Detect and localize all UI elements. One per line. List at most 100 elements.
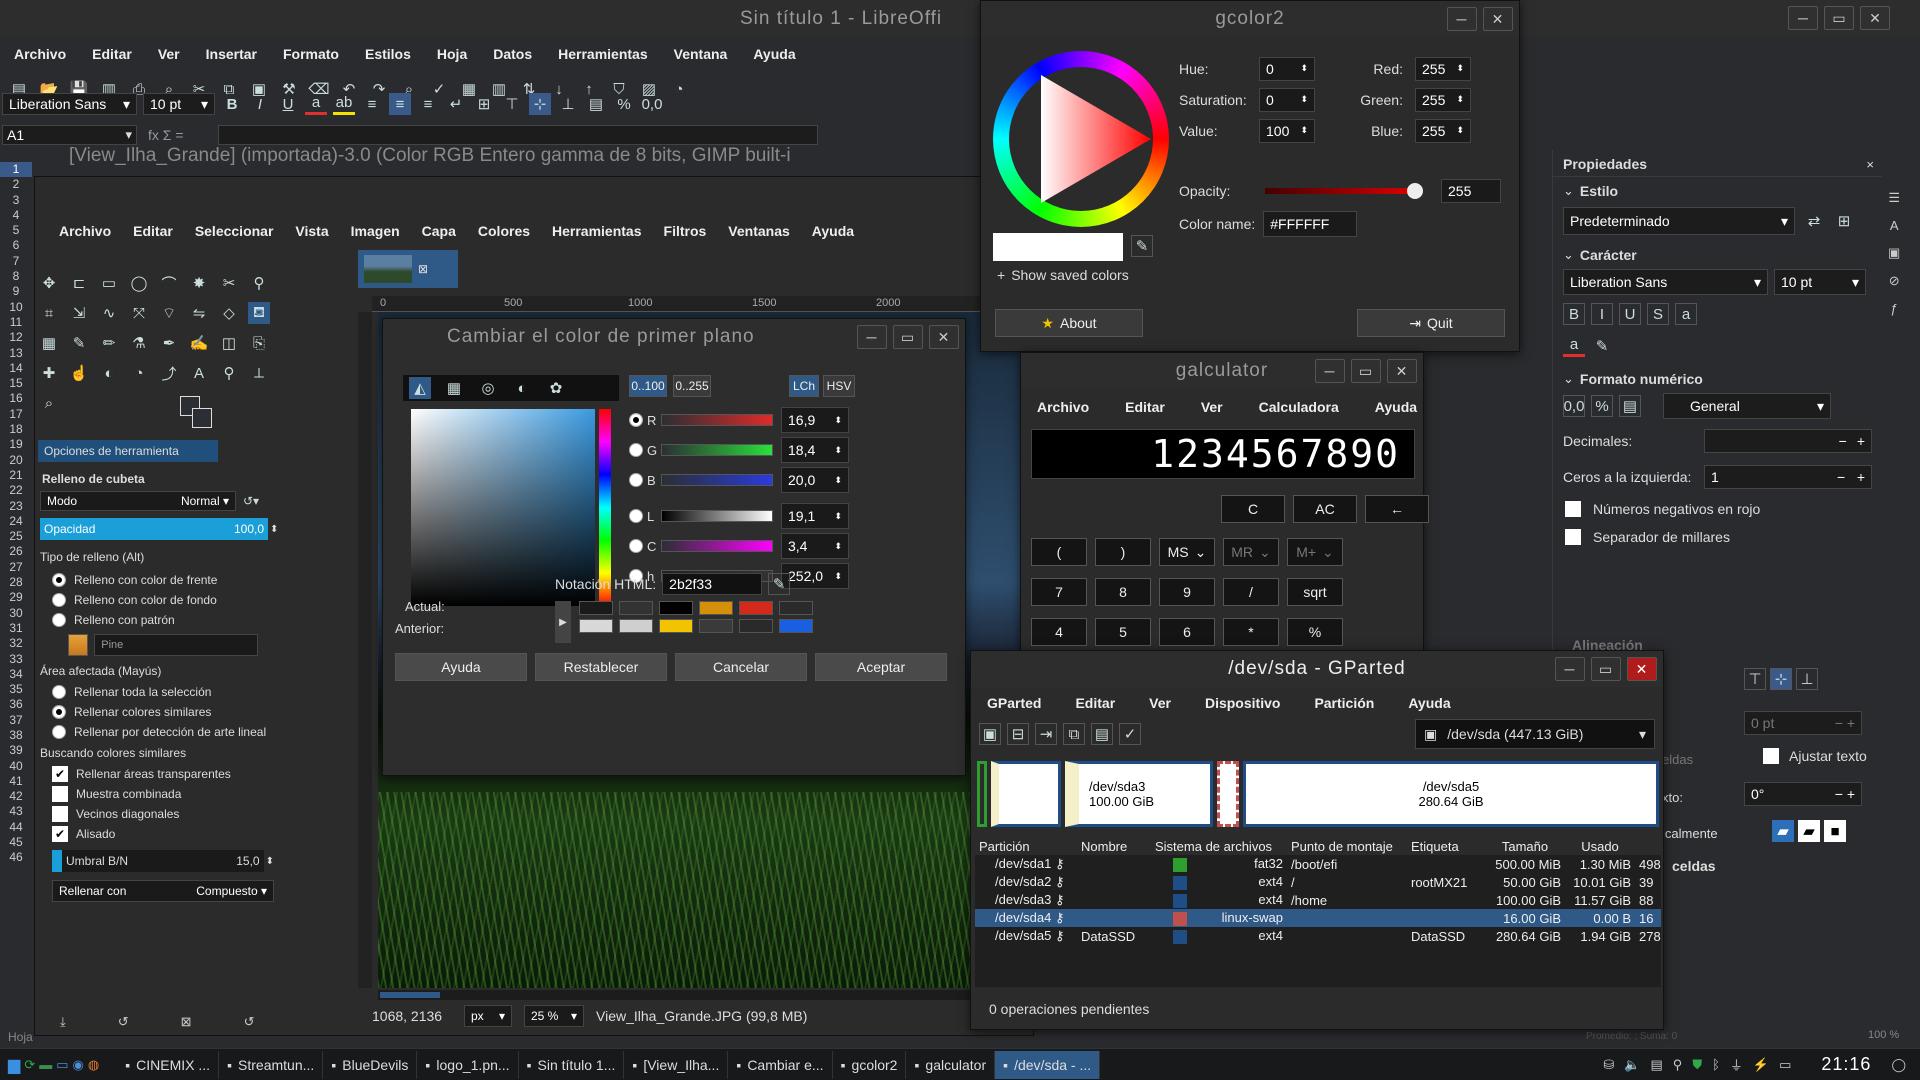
calc-key[interactable]: ← [1365,495,1429,523]
menu-item[interactable]: Ventanas [728,223,789,239]
menu-item[interactable]: Ver [158,46,180,62]
pattern-preview[interactable] [68,634,89,656]
row-header[interactable]: 17 [0,407,32,422]
minimize-button[interactable]: ─ [857,325,887,349]
row-header[interactable]: 32 [0,636,32,651]
col-header[interactable]: Punto de montaje [1287,837,1407,855]
copy-icon[interactable]: ⧉ [1063,723,1085,745]
channel-radio[interactable] [629,413,643,427]
merge-icon[interactable]: ⊞ [473,93,495,115]
properties-icon[interactable]: ☰ [1888,190,1900,206]
align-middle-icon[interactable]: ⊹ [1770,668,1792,690]
palette-selector-icon[interactable]: ✿ [545,377,567,399]
channel-slider[interactable] [661,444,773,456]
wheel-selector-icon[interactable]: ◐ [511,377,533,399]
formula-bar[interactable] [218,125,818,145]
channel-spin[interactable]: 20,0 ⬍ [781,467,849,493]
negativos-checkbox[interactable] [1565,501,1581,517]
maximize-button[interactable]: ▭ [1824,6,1854,30]
ellipse-select-icon[interactable]: ◯ [128,272,150,294]
channel-radio[interactable] [629,539,643,553]
channel-spin[interactable]: 252,0 ⬍ [781,563,849,589]
reset-button[interactable]: Restablecer [535,653,667,681]
italic-icon[interactable]: I [1591,303,1613,325]
help-button[interactable]: Ayuda [395,653,527,681]
airbrush-icon[interactable]: ⚗ [128,332,150,354]
row-header[interactable]: 46 [0,850,32,865]
table-row[interactable]: /dev/sda3 ⚷ ext4/home 100.00 GiB 11.57 GiB 8… [975,891,1661,909]
minimize-button[interactable]: ─ [1447,7,1477,31]
number-format-icon[interactable]: 0,0 [1563,395,1585,417]
row-header[interactable]: 29 [0,590,32,605]
checkbox[interactable] [52,806,68,822]
history-swatch[interactable] [619,601,653,615]
menu-item[interactable]: Archivo [1037,399,1089,415]
row-header[interactable]: 45 [0,835,32,850]
watercolor-selector-icon[interactable]: ◎ [477,377,499,399]
menu-item[interactable]: Ayuda [1375,399,1417,415]
spin-arrows-icon[interactable]: ⬍ [834,415,842,426]
unified-transform-icon[interactable]: ⇲ [68,302,90,324]
history-swatch[interactable] [699,619,733,633]
menu-item[interactable]: Calculadora [1259,399,1339,415]
align-middle-icon[interactable]: ⊹ [529,93,551,115]
menu-item[interactable]: Seleccionar [195,223,274,239]
align-bottom-icon[interactable]: ⊥ [557,93,579,115]
paste-icon[interactable]: ▤ [1091,723,1113,745]
partition-block-sda5[interactable]: /dev/sda5 280.64 GiB [1243,761,1659,827]
align-left-icon[interactable]: ≡ [361,93,383,115]
taskbar-item[interactable]: ▪ Cambiar e... [728,1050,833,1079]
number-icon[interactable]: 0,0 [641,93,663,115]
text-tool-icon[interactable]: A [188,362,210,384]
name-box[interactable]: A1 ▾ [2,125,137,145]
calc-key[interactable]: 9 [1159,578,1215,606]
spin-arrows-icon[interactable]: ⬍ [1456,125,1464,136]
history-swatch[interactable] [579,601,613,615]
currency-icon[interactable]: ▤ [585,93,607,115]
row-header[interactable]: 35 [0,682,32,697]
channel-spin[interactable]: 16,9 ⬍ [781,407,849,433]
gimp-selector-icon[interactable]: ◭ [409,377,431,399]
percent-icon[interactable]: % [1591,395,1613,417]
taskbar-item[interactable]: ▪ BlueDevils [323,1050,418,1079]
channel-spin[interactable]: 3,4 ⬍ [781,533,849,559]
channel-slider[interactable] [661,510,773,522]
path-tool-icon[interactable]: ⤴ [158,362,180,384]
eyedropper-icon[interactable]: ✎ [768,573,791,595]
sidebar-font-size[interactable]: 10 pt ▾ [1774,269,1866,295]
history-swatch[interactable] [659,601,693,615]
pattern-name-field[interactable]: Pine [94,634,258,656]
blue-spin[interactable]: 255 ⬍ [1415,118,1471,143]
menu-item[interactable]: Editar [92,46,132,62]
row-header[interactable]: 26 [0,544,32,559]
col-header[interactable]: Usado [1565,837,1635,855]
quit-button[interactable]: ⇥ Quit [1357,309,1505,337]
wrap-icon[interactable]: ↵ [445,93,467,115]
smudge-icon[interactable]: ☝ [68,362,90,384]
history-swatch[interactable] [739,619,773,633]
power-icon[interactable]: ⚡ [1753,1057,1769,1073]
delete-options-icon[interactable]: ⊠ [181,1014,192,1030]
bucket-fill-icon[interactable]: ⛾ [248,302,270,324]
row-header[interactable]: 44 [0,820,32,835]
stacked-alt-icon[interactable]: ▰ [1798,820,1820,842]
row-header[interactable]: 33 [0,652,32,667]
calc-key[interactable]: 5 [1095,618,1151,646]
eyedropper-icon[interactable]: ✎ [1131,235,1153,257]
channel-radio[interactable] [629,443,643,457]
close-button[interactable]: ✕ [1387,359,1417,383]
checkbox[interactable] [52,786,68,802]
angle-spin[interactable]: 0° − + [1744,782,1862,806]
menu-item[interactable]: Datos [493,46,532,62]
underline-icon[interactable]: U [1619,303,1641,325]
spin-arrows-icon[interactable]: ⬍ [834,475,842,486]
dodge-icon[interactable]: ◐ [98,362,120,384]
row-header[interactable]: 9 [0,284,32,299]
calc-key[interactable]: MR ⌄ [1223,538,1279,566]
lch-button[interactable]: LCh [789,375,819,397]
taskbar-item[interactable]: ▪ logo_1.pn... [417,1050,519,1079]
menu-item[interactable]: Ventana [674,46,728,62]
close-icon[interactable]: × [1866,157,1874,172]
range-100-button[interactable]: 0..100 [629,375,667,397]
close-tab-icon[interactable]: ⊠ [418,262,428,276]
